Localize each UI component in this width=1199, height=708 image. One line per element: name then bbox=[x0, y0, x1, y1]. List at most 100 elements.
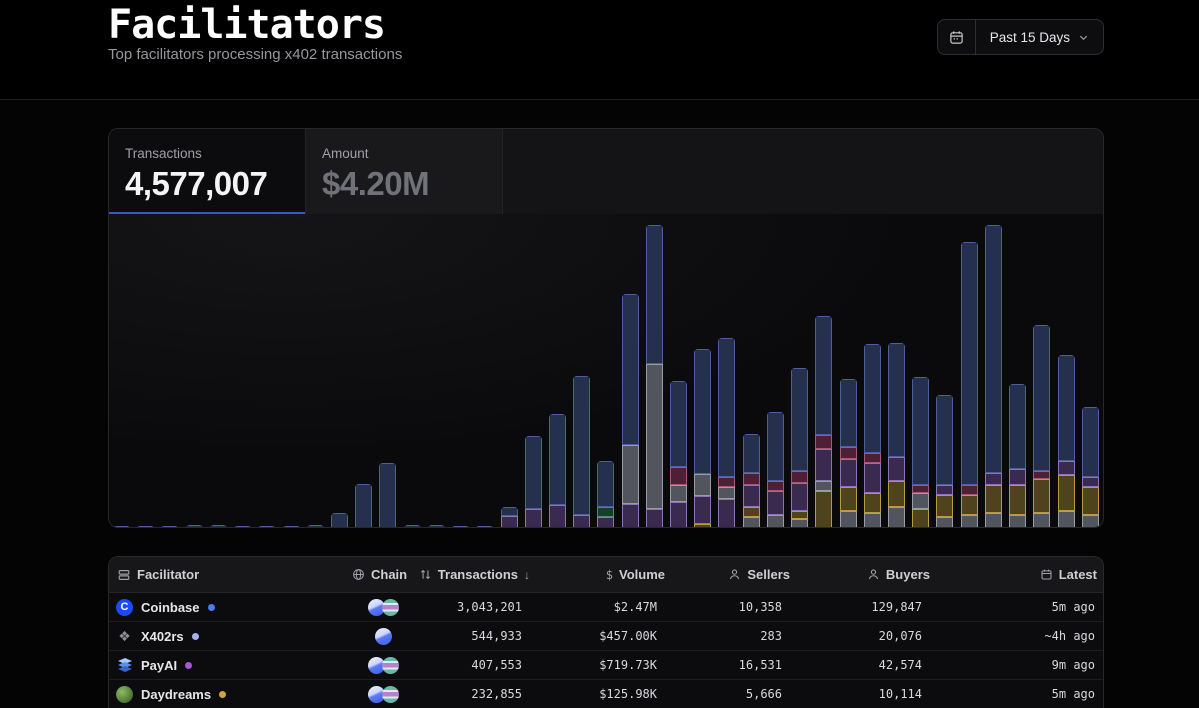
bar-segment-navy-blue bbox=[912, 377, 929, 485]
latest-cell: ~4h ago bbox=[936, 629, 1103, 643]
volume-cell: $125.98K bbox=[536, 687, 671, 701]
chart-bar[interactable] bbox=[258, 526, 275, 528]
column-header-buyers[interactable]: Buyers bbox=[796, 567, 936, 582]
table-row[interactable]: Daydreams232,855$125.98K5,66610,1145m ag… bbox=[109, 680, 1103, 708]
bar-segment-navy-blue bbox=[525, 436, 542, 509]
column-header-chain[interactable]: Chain bbox=[346, 567, 421, 582]
bar-segment-purple bbox=[864, 463, 881, 493]
bar-segment-navy-blue bbox=[452, 526, 469, 528]
chart-bar[interactable] bbox=[1082, 407, 1099, 528]
chart-bar[interactable] bbox=[743, 434, 760, 528]
chart-bar[interactable] bbox=[355, 484, 372, 528]
bar-segment-navy-blue bbox=[791, 368, 808, 471]
chart-bar[interactable] bbox=[1009, 384, 1026, 528]
chart-bar[interactable] bbox=[379, 463, 396, 528]
bar-segment-olive bbox=[961, 495, 978, 515]
stat-value: 4,577,007 bbox=[125, 165, 305, 203]
date-range-picker[interactable]: Past 15 Days bbox=[937, 19, 1104, 55]
bar-segment-navy-blue bbox=[1082, 407, 1099, 477]
bar-segment-gray bbox=[985, 513, 1002, 528]
chart-bar[interactable] bbox=[525, 436, 542, 528]
chart-bar[interactable] bbox=[1058, 355, 1075, 528]
chart-bar[interactable] bbox=[331, 513, 348, 528]
chart-bar[interactable] bbox=[912, 377, 929, 528]
series-color-dot bbox=[192, 633, 199, 640]
solana-chain-icon bbox=[382, 599, 399, 616]
page-subtitle: Top facilitators processing x402 transac… bbox=[108, 46, 402, 63]
bar-segment-navy-blue bbox=[864, 344, 881, 453]
buyers-cell: 42,574 bbox=[796, 658, 936, 672]
table-row[interactable]: ❖X402rs544,933$457.00K28320,076~4h ago bbox=[109, 622, 1103, 651]
bar-segment-gray bbox=[1082, 515, 1099, 528]
chart-bar[interactable] bbox=[186, 525, 203, 528]
table-row[interactable]: CCoinbase3,043,201$2.47M10,358129,8475m … bbox=[109, 593, 1103, 622]
facilitator-name: PayAI bbox=[141, 658, 177, 673]
chart-bar[interactable] bbox=[501, 507, 518, 528]
bar-segment-navy-blue bbox=[355, 484, 372, 528]
chart-bar[interactable] bbox=[1033, 325, 1050, 528]
chart-bar[interactable] bbox=[452, 526, 469, 528]
table-row[interactable]: PayAI407,553$719.73K16,53142,5749m ago bbox=[109, 651, 1103, 680]
tab-amount[interactable]: Amount $4.20M bbox=[306, 129, 503, 214]
chart-bar[interactable] bbox=[791, 368, 808, 528]
chart-bar[interactable] bbox=[888, 343, 905, 528]
chart-bar[interactable] bbox=[549, 414, 566, 528]
sort-icon bbox=[419, 568, 432, 581]
chart-bar[interactable] bbox=[622, 294, 639, 528]
solana-chain-icon bbox=[382, 686, 399, 703]
column-header-transactions[interactable]: Transactions↓ bbox=[421, 567, 536, 582]
bar-segment-navy-blue bbox=[379, 463, 396, 528]
chart-bar[interactable] bbox=[718, 338, 735, 528]
bar-segment-purple bbox=[549, 505, 566, 528]
tab-transactions[interactable]: Transactions 4,577,007 bbox=[109, 129, 306, 214]
chart-bar[interactable] bbox=[961, 242, 978, 528]
transactions-cell: 407,553 bbox=[421, 658, 536, 672]
date-range-dropdown[interactable]: Past 15 Days bbox=[976, 20, 1103, 54]
column-header-facilitator[interactable]: Facilitator bbox=[109, 567, 346, 582]
chart-bar[interactable] bbox=[670, 381, 687, 528]
chart-bar[interactable] bbox=[985, 225, 1002, 528]
bar-segment-purple bbox=[525, 509, 542, 528]
chart-bar[interactable] bbox=[767, 412, 784, 528]
chart-bar[interactable] bbox=[573, 376, 590, 528]
top-header: Facilitators Top facilitators processing… bbox=[0, 0, 1199, 100]
chart-bar[interactable] bbox=[864, 344, 881, 528]
column-label: Transactions bbox=[438, 567, 518, 582]
chart-bar[interactable] bbox=[161, 526, 178, 528]
chart-bar[interactable] bbox=[840, 379, 857, 528]
series-color-dot bbox=[185, 662, 192, 669]
column-header-latest[interactable]: Latest bbox=[936, 567, 1103, 582]
chart-bar[interactable] bbox=[597, 461, 614, 528]
rows-icon bbox=[117, 568, 131, 582]
calendar-button[interactable] bbox=[938, 20, 976, 54]
chart-bar[interactable] bbox=[428, 525, 445, 528]
buyers-cell: 20,076 bbox=[796, 629, 936, 643]
chart-bar[interactable] bbox=[476, 526, 493, 528]
bar-segment-olive bbox=[1082, 487, 1099, 515]
column-header-volume[interactable]: $Volume bbox=[536, 567, 671, 582]
sellers-cell: 16,531 bbox=[671, 658, 796, 672]
chart-bar[interactable] bbox=[210, 525, 227, 528]
bar-segment-purple bbox=[622, 504, 639, 528]
chart-bar[interactable] bbox=[936, 395, 953, 528]
chart-bar[interactable] bbox=[646, 225, 663, 528]
chart-bar[interactable] bbox=[234, 526, 251, 528]
bar-segment-gray bbox=[694, 474, 711, 496]
bar-segment-gray bbox=[936, 517, 953, 528]
chart-bar[interactable] bbox=[404, 525, 421, 528]
facilitator-cell: PayAI bbox=[109, 657, 346, 674]
chart-bar[interactable] bbox=[283, 526, 300, 528]
latest-cell: 9m ago bbox=[936, 658, 1103, 672]
chart-bar[interactable] bbox=[137, 526, 154, 528]
chart-bar[interactable] bbox=[694, 349, 711, 528]
chart-bar[interactable] bbox=[307, 525, 324, 528]
chart-bar[interactable] bbox=[113, 526, 130, 528]
bar-segment-navy-blue bbox=[573, 376, 590, 515]
facilitators-table-body: CCoinbase3,043,201$2.47M10,358129,8475m … bbox=[109, 593, 1103, 708]
sellers-cell: 5,666 bbox=[671, 687, 796, 701]
bar-segment-navy-blue bbox=[501, 507, 518, 516]
chart-bar[interactable] bbox=[815, 316, 832, 528]
column-header-sellers[interactable]: Sellers bbox=[671, 567, 796, 582]
bar-segment-navy-blue bbox=[670, 381, 687, 467]
volume-cell: $457.00K bbox=[536, 629, 671, 643]
